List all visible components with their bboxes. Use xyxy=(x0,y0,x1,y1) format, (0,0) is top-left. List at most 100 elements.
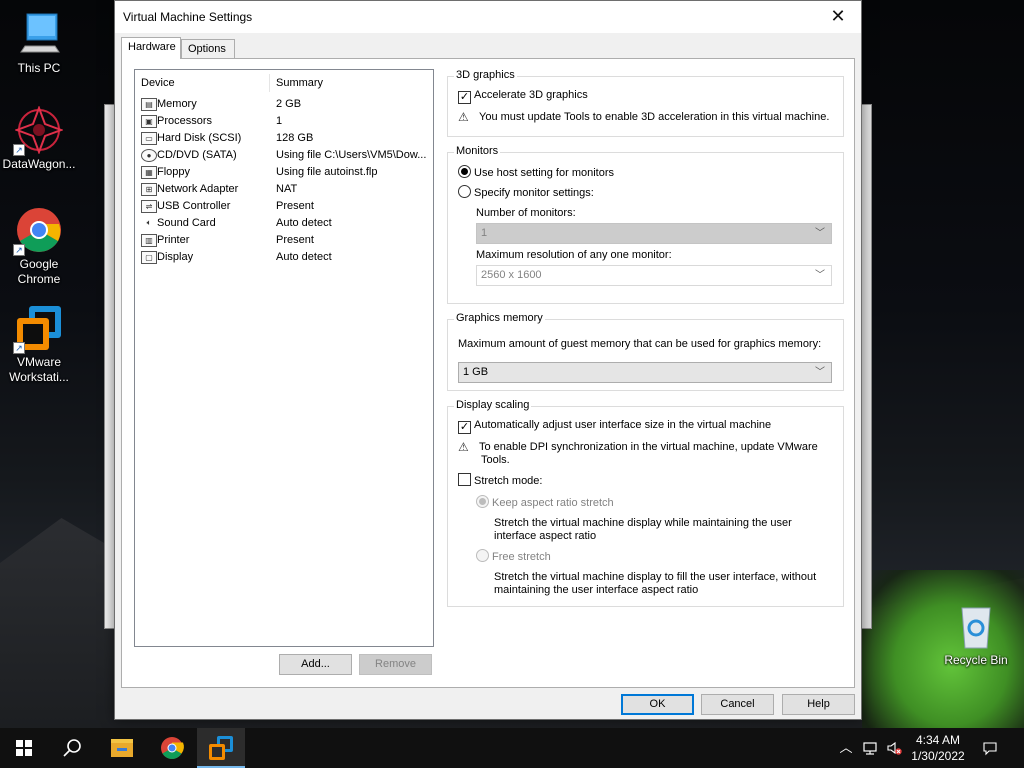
device-name: Memory xyxy=(157,98,197,110)
graphics-memory-value: 1 GB xyxy=(463,366,489,378)
hard-disk-icon: ▭ xyxy=(141,132,157,145)
device-row-memory[interactable]: ▤ Memory 2 GB xyxy=(135,96,433,113)
device-row-hard-disk[interactable]: ▭ Hard Disk (SCSI) 128 GB xyxy=(135,130,433,147)
max-resolution-select[interactable]: 2560 x 1600 ﹀ xyxy=(476,265,832,286)
tools-warning-text: You must update Tools to enable 3D accel… xyxy=(479,111,830,123)
desktop-icon-this-pc[interactable]: This PC xyxy=(1,10,77,76)
desktop-icon-label: Recycle Bin xyxy=(944,653,1008,667)
group-legend: Display scaling xyxy=(454,399,532,411)
close-icon[interactable]: ✕ xyxy=(815,1,861,33)
keep-aspect-radio-row[interactable]: Keep aspect ratio stretch xyxy=(476,495,614,509)
accelerate-3d-checkbox-row[interactable]: ✓ Accelerate 3D graphics xyxy=(458,89,588,104)
max-resolution-label: Maximum resolution of any one monitor: xyxy=(476,249,672,261)
network-icon[interactable] xyxy=(862,740,878,756)
keep-aspect-radio[interactable] xyxy=(476,495,489,508)
specify-monitor-radio-row[interactable]: Specify monitor settings: xyxy=(458,185,594,199)
chevron-up-icon[interactable]: ︿ xyxy=(838,740,854,756)
desktop-icon-datawagon[interactable]: ↗ DataWagon... xyxy=(1,105,77,172)
sound-card-icon: 🔈︎ xyxy=(146,218,152,227)
taskbar-clock[interactable]: 4:34 AM 1/30/2022 xyxy=(906,732,970,764)
auto-adjust-checkbox-row[interactable]: ✓ Automatically adjust user interface siz… xyxy=(458,419,771,434)
graphics-memory-description: Maximum amount of guest memory that can … xyxy=(458,338,822,350)
device-name: Hard Disk (SCSI) xyxy=(157,132,242,144)
keep-aspect-label: Keep aspect ratio stretch xyxy=(492,497,614,509)
notification-icon[interactable] xyxy=(982,740,998,756)
help-button[interactable]: Help xyxy=(782,694,855,715)
dpi-warning-text-cont: Tools. xyxy=(481,454,510,466)
specify-monitor-radio[interactable] xyxy=(458,185,471,198)
volume-muted-icon[interactable] xyxy=(886,740,902,756)
graphics-memory-select[interactable]: 1 GB ﹀ xyxy=(458,362,832,383)
free-stretch-radio-row[interactable]: Free stretch xyxy=(476,549,551,563)
group-legend: Monitors xyxy=(454,145,501,157)
use-host-radio-row[interactable]: Use host setting for monitors xyxy=(458,165,614,179)
group-legend: 3D graphics xyxy=(454,69,517,81)
dpi-warning-row: ⚠ To enable DPI synchronization in the vi… xyxy=(458,441,818,453)
group-display-scaling: Display scaling ✓ Automatically adjust us… xyxy=(447,399,844,607)
usb-controller-icon: ⇌ xyxy=(141,200,157,213)
cd-dvd-icon: ● xyxy=(141,149,157,162)
stretch-mode-label: Stretch mode: xyxy=(474,475,543,487)
taskbar-vmware-workstation[interactable] xyxy=(197,728,245,768)
desktop-icon-label: DataWagon... xyxy=(2,157,76,171)
num-monitors-select[interactable]: 1 ﹀ xyxy=(476,223,832,244)
taskbar-file-explorer[interactable] xyxy=(98,728,146,768)
free-stretch-radio[interactable] xyxy=(476,549,489,562)
device-name: Floppy xyxy=(157,166,191,178)
device-name: Sound Card xyxy=(157,217,216,229)
dpi-warning-text: To enable DPI synchronization in the vir… xyxy=(479,441,818,453)
column-separator[interactable] xyxy=(269,74,270,92)
add-device-button[interactable]: Add... xyxy=(279,654,352,675)
stretch-mode-checkbox-row[interactable]: Stretch mode: xyxy=(458,473,542,487)
num-monitors-value: 1 xyxy=(481,227,488,239)
free-stretch-label: Free stretch xyxy=(492,551,551,563)
column-header-device[interactable]: Device xyxy=(141,77,175,89)
tab-options[interactable]: Options xyxy=(181,39,235,59)
tab-hardware[interactable]: Hardware xyxy=(121,37,181,59)
device-list[interactable]: Device Summary ▤ Memory 2 GB ▣ Processor… xyxy=(134,69,434,647)
device-row-display[interactable]: ▢ Display Auto detect xyxy=(135,249,433,266)
use-host-radio[interactable] xyxy=(458,165,471,178)
desktop-icon-recycle-bin[interactable]: Recycle Bin xyxy=(936,602,1016,668)
dialog-titlebar[interactable]: Virtual Machine Settings ✕ xyxy=(115,1,861,33)
dialog-title: Virtual Machine Settings xyxy=(123,10,253,24)
remove-device-button[interactable]: Remove xyxy=(359,654,432,675)
accelerate-3d-checkbox[interactable]: ✓ xyxy=(458,91,471,104)
device-row-floppy[interactable]: ▦ Floppy Using file autoinst.flp xyxy=(135,164,433,181)
warning-icon: ⚠ xyxy=(458,110,469,124)
device-row-usb-controller[interactable]: ⇌ USB Controller Present xyxy=(135,198,433,215)
start-button[interactable] xyxy=(0,728,48,768)
device-list-header: Device Summary xyxy=(135,70,433,94)
vmware-icon: ↗ xyxy=(13,304,63,354)
cancel-button[interactable]: Cancel xyxy=(701,694,774,715)
clock-date: 1/30/2022 xyxy=(911,749,965,763)
desktop-icon-vmware-workstation[interactable]: ↗ VMware Workstati... xyxy=(1,304,77,385)
auto-adjust-checkbox[interactable]: ✓ xyxy=(458,421,471,434)
column-header-summary[interactable]: Summary xyxy=(276,77,323,89)
device-row-processors[interactable]: ▣ Processors 1 xyxy=(135,113,433,130)
desktop-icon-label: VMware Workstati... xyxy=(9,355,69,384)
taskbar-google-chrome[interactable] xyxy=(148,728,196,768)
desktop-icon-google-chrome[interactable]: ↗ Google Chrome xyxy=(1,206,77,287)
search-button[interactable] xyxy=(48,728,96,768)
device-row-cd-dvd[interactable]: ● CD/DVD (SATA) Using file C:\Users\VM5\… xyxy=(135,147,433,164)
processor-icon: ▣ xyxy=(141,115,157,128)
specify-monitor-label: Specify monitor settings: xyxy=(474,187,594,199)
stretch-mode-checkbox[interactable] xyxy=(458,473,471,486)
group-legend: Graphics memory xyxy=(454,312,545,324)
device-summary: 1 xyxy=(276,115,283,127)
vmware-icon xyxy=(209,736,233,760)
ok-button[interactable]: OK xyxy=(621,694,694,715)
chevron-down-icon: ﹀ xyxy=(815,228,825,239)
device-row-printer[interactable]: ▥ Printer Present xyxy=(135,232,433,249)
accelerate-3d-label: Accelerate 3D graphics xyxy=(474,89,588,101)
device-name: Network Adapter xyxy=(157,183,239,195)
chevron-down-icon: ﹀ xyxy=(815,367,825,378)
vm-settings-dialog: Virtual Machine Settings ✕ Hardware Opti… xyxy=(114,0,862,720)
windows-icon xyxy=(16,740,32,756)
computer-icon xyxy=(15,10,63,58)
device-row-network-adapter[interactable]: ⊞ Network Adapter NAT xyxy=(135,181,433,198)
device-row-sound-card[interactable]: 🔈︎ Sound Card Auto detect xyxy=(135,215,433,232)
num-monitors-label: Number of monitors: xyxy=(476,207,576,219)
device-name: Printer xyxy=(157,234,190,246)
